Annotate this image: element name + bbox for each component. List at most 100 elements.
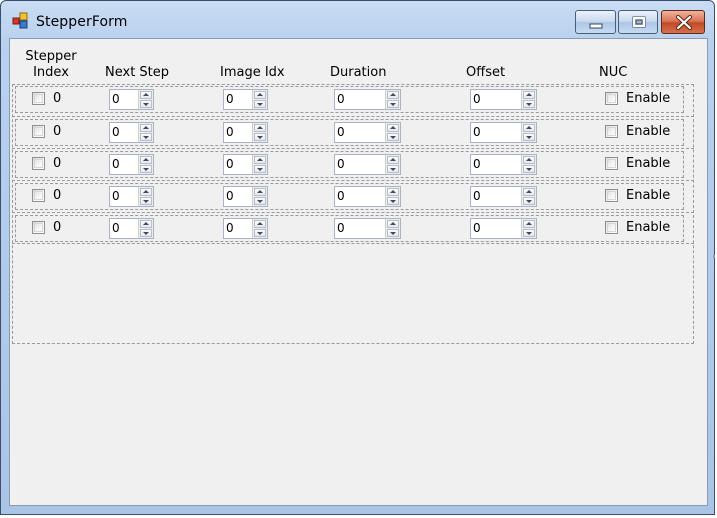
chevron-down-icon[interactable] <box>523 133 535 141</box>
offset-stepper[interactable]: 0 <box>470 122 537 143</box>
chevron-down-icon[interactable] <box>254 165 266 173</box>
stepper-index-checkbox[interactable] <box>32 125 45 138</box>
stepper-rows-panel: 0 0 0 0 0 Enable 0 0 0 0 0 Enable 0 0 0 … <box>12 84 694 344</box>
duration-stepper[interactable]: 0 <box>334 122 401 143</box>
offset-stepper[interactable]: 0 <box>470 154 537 175</box>
duration-value: 0 <box>337 157 345 171</box>
image-idx-stepper[interactable]: 0 <box>223 122 268 143</box>
next-step-stepper[interactable]: 0 <box>109 218 154 239</box>
nuc-enable-checkbox[interactable] <box>605 221 618 234</box>
row-separator <box>12 180 694 181</box>
chevron-up-icon[interactable] <box>523 188 535 196</box>
chevron-up-icon[interactable] <box>387 220 399 228</box>
chevron-down-icon[interactable] <box>140 133 152 141</box>
chevron-up-icon[interactable] <box>523 124 535 132</box>
chevron-up-icon[interactable] <box>523 91 535 99</box>
chevron-down-icon[interactable] <box>523 229 535 237</box>
row-separator <box>12 148 694 149</box>
stepper-index-value: 0 <box>53 220 62 235</box>
chevron-down-icon[interactable] <box>140 165 152 173</box>
nuc-enable-checkbox[interactable] <box>605 189 618 202</box>
chevron-up-icon[interactable] <box>140 124 152 132</box>
chevron-up-icon[interactable] <box>140 188 152 196</box>
stepper-index-checkbox[interactable] <box>32 189 45 202</box>
chevron-up-icon[interactable] <box>140 220 152 228</box>
chevron-down-icon[interactable] <box>523 165 535 173</box>
nuc-enable-checkbox[interactable] <box>605 157 618 170</box>
image-idx-stepper[interactable]: 0 <box>223 89 268 110</box>
chevron-down-icon[interactable] <box>523 197 535 205</box>
chevron-up-icon[interactable] <box>254 156 266 164</box>
duration-stepper[interactable]: 0 <box>334 186 401 207</box>
chevron-up-icon[interactable] <box>523 156 535 164</box>
close-button[interactable] <box>661 10 705 34</box>
chevron-up-icon[interactable] <box>387 91 399 99</box>
image-idx-stepper[interactable]: 0 <box>223 186 268 207</box>
nuc-enable-checkbox[interactable] <box>605 92 618 105</box>
chevron-down-icon[interactable] <box>387 197 399 205</box>
offset-stepper[interactable]: 0 <box>470 89 537 110</box>
stepper-row-2: 0 0 0 0 0 Enable <box>15 151 684 178</box>
chevron-down-icon[interactable] <box>523 100 535 108</box>
nuc-enable-label[interactable]: Enable <box>626 188 670 203</box>
chevron-down-icon[interactable] <box>254 100 266 108</box>
chevron-down-icon[interactable] <box>254 229 266 237</box>
next-step-stepper[interactable]: 0 <box>109 186 154 207</box>
next-step-stepper[interactable]: 0 <box>109 154 154 175</box>
chevron-up-icon[interactable] <box>254 220 266 228</box>
chevron-down-icon[interactable] <box>140 197 152 205</box>
offset-value: 0 <box>473 92 481 106</box>
duration-stepper[interactable]: 0 <box>334 218 401 239</box>
next-step-stepper[interactable]: 0 <box>109 122 154 143</box>
stepper-index-checkbox[interactable] <box>32 92 45 105</box>
stepper-index-checkbox[interactable] <box>32 221 45 234</box>
row-separator <box>12 212 694 213</box>
duration-value: 0 <box>337 189 345 203</box>
stepper-row-4: 0 0 0 0 0 Enable <box>15 215 684 242</box>
next-step-value: 0 <box>112 157 120 171</box>
image-idx-stepper[interactable]: 0 <box>223 218 268 239</box>
nuc-enable-label[interactable]: Enable <box>626 220 670 235</box>
chevron-up-icon[interactable] <box>140 156 152 164</box>
chevron-up-icon[interactable] <box>254 91 266 99</box>
chevron-down-icon[interactable] <box>254 133 266 141</box>
nuc-enable-label[interactable]: Enable <box>626 124 670 139</box>
chevron-down-icon[interactable] <box>387 100 399 108</box>
chevron-down-icon[interactable] <box>387 165 399 173</box>
offset-value: 0 <box>473 189 481 203</box>
chevron-up-icon[interactable] <box>523 220 535 228</box>
chevron-down-icon[interactable] <box>140 100 152 108</box>
row-separator <box>12 243 694 244</box>
minimize-button[interactable] <box>575 10 616 34</box>
header-offset: Offset <box>466 65 506 80</box>
header-duration: Duration <box>330 65 387 80</box>
nuc-enable-checkbox[interactable] <box>605 125 618 138</box>
chevron-up-icon[interactable] <box>387 124 399 132</box>
chevron-up-icon[interactable] <box>254 124 266 132</box>
nuc-enable-label[interactable]: Enable <box>626 156 670 171</box>
maximize-button[interactable] <box>618 10 658 34</box>
nuc-enable-label[interactable]: Enable <box>626 91 670 106</box>
stepper-index-checkbox[interactable] <box>32 157 45 170</box>
chevron-up-icon[interactable] <box>254 188 266 196</box>
offset-stepper[interactable]: 0 <box>470 218 537 239</box>
title-bar[interactable]: StepperForm <box>1 1 714 37</box>
header-next-step: Next Step <box>105 65 170 80</box>
chevron-down-icon[interactable] <box>387 229 399 237</box>
chevron-down-icon[interactable] <box>387 133 399 141</box>
stepper-index-value: 0 <box>53 91 62 106</box>
offset-stepper[interactable]: 0 <box>470 186 537 207</box>
chevron-down-icon[interactable] <box>254 197 266 205</box>
duration-stepper[interactable]: 0 <box>334 154 401 175</box>
next-step-stepper[interactable]: 0 <box>109 89 154 110</box>
offset-value: 0 <box>473 221 481 235</box>
duration-stepper[interactable]: 0 <box>334 89 401 110</box>
image-idx-value: 0 <box>226 189 234 203</box>
chevron-up-icon[interactable] <box>387 156 399 164</box>
chevron-down-icon[interactable] <box>140 229 152 237</box>
image-idx-stepper[interactable]: 0 <box>223 154 268 175</box>
stepper-row-3: 0 0 0 0 0 Enable <box>15 183 684 210</box>
chevron-up-icon[interactable] <box>387 188 399 196</box>
chevron-up-icon[interactable] <box>140 91 152 99</box>
resize-grip[interactable] <box>713 255 715 258</box>
